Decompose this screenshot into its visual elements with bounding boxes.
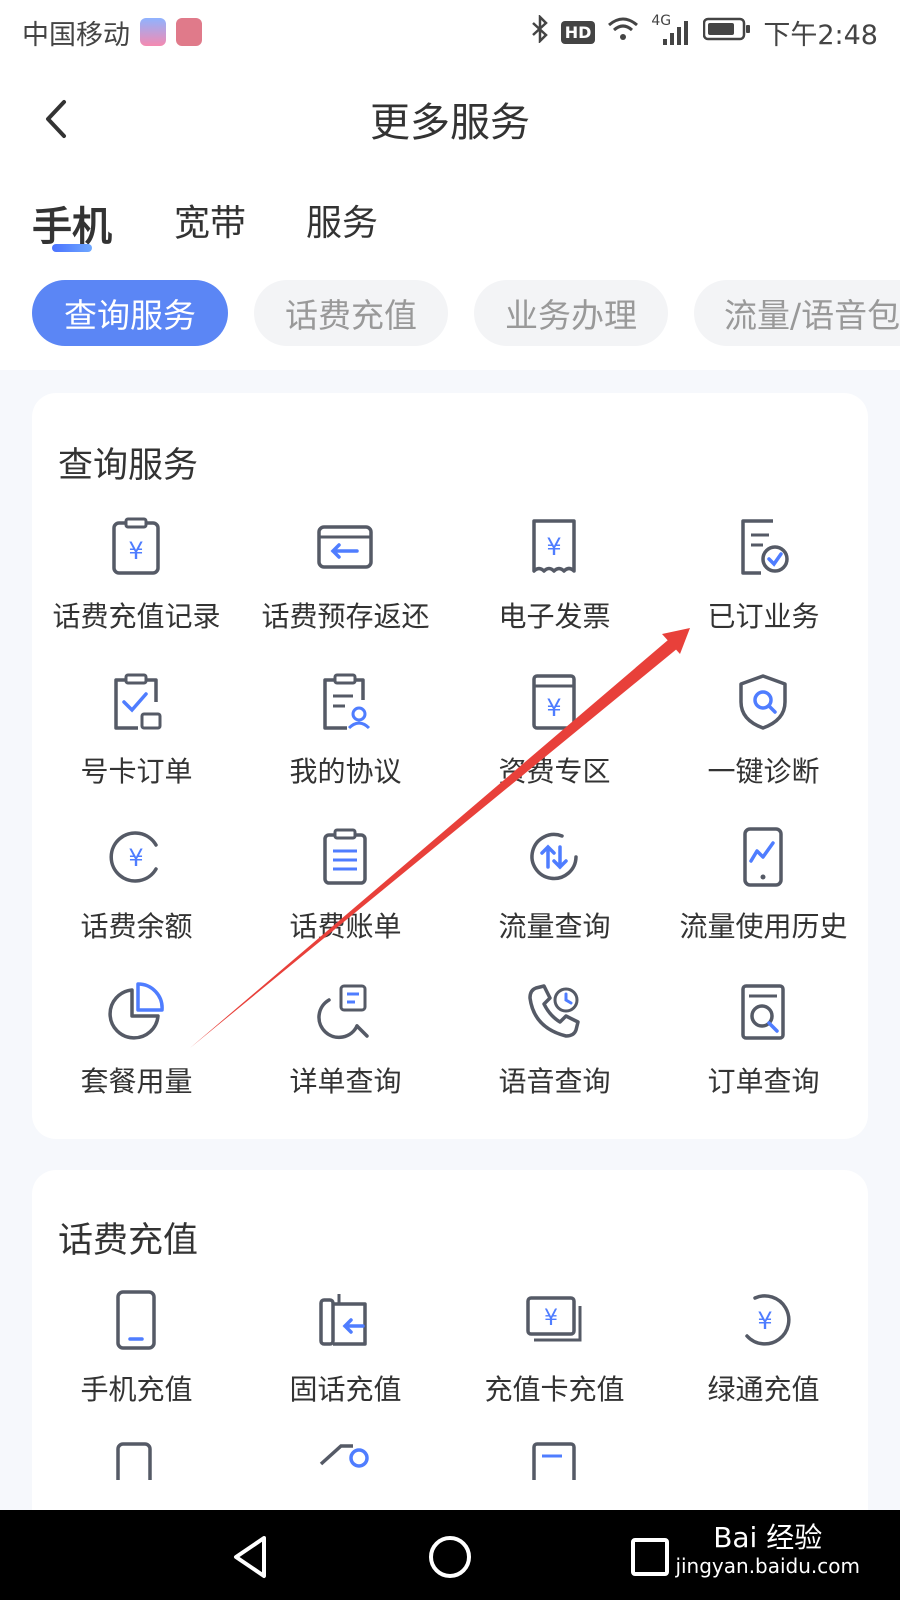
status-bar: 中国移动 HD 4G 下午2:48	[0, 0, 900, 64]
data-query-icon	[530, 832, 578, 881]
section-title: 话费充值	[58, 1221, 199, 1261]
nav-recents-button[interactable]	[620, 1530, 680, 1584]
wifi-icon	[607, 16, 639, 49]
svg-text:¥: ¥	[757, 1307, 772, 1335]
phone-icon	[116, 1442, 152, 1480]
svg-text:¥: ¥	[546, 533, 561, 561]
item-card-order[interactable]: 号卡订单	[32, 672, 241, 812]
green-recharge-icon: ¥	[745, 1294, 791, 1346]
bill-icon	[323, 828, 367, 885]
data-history-icon	[743, 827, 783, 887]
carrier-name: 中国移动	[22, 19, 130, 51]
document-icon	[532, 1442, 576, 1480]
plan-usage-icon	[108, 982, 164, 1040]
card-recharge-icon: ¥	[526, 1296, 582, 1342]
prepay-return-icon	[317, 525, 373, 569]
nav-recents-icon	[631, 1538, 669, 1576]
signal-icon: 4G	[651, 13, 691, 47]
item-landline-recharge[interactable]: 固话充值	[241, 1290, 450, 1430]
agreement-icon	[323, 673, 371, 730]
recharge-record-icon: ¥	[112, 517, 160, 575]
hd-badge: HD	[560, 20, 596, 44]
item-data-query[interactable]: 流量查询	[450, 827, 659, 967]
app-notification-icon	[176, 18, 202, 46]
svg-text:¥: ¥	[128, 844, 143, 872]
chip-business[interactable]: 业务办理	[474, 280, 668, 346]
item-data-history[interactable]: 流量使用历史	[659, 827, 868, 967]
e-invoice-icon: ¥	[532, 519, 576, 573]
item-subscribed-service[interactable]: 已订业务	[659, 517, 868, 657]
item-e-invoice[interactable]: ¥ 电子发票	[450, 517, 659, 657]
top-tabs: 手机 宽带 服务	[0, 174, 900, 270]
tab-active-indicator	[52, 244, 92, 252]
detail-query-icon	[317, 984, 369, 1040]
chip-data-voice[interactable]: 流量/语音包	[694, 280, 900, 346]
carrier-logo-icon	[140, 18, 166, 46]
battery-icon	[703, 16, 751, 49]
chip-bill-recharge[interactable]: 话费充值	[254, 280, 448, 346]
item-partial[interactable]	[241, 1440, 450, 1480]
tab-broadband[interactable]: 宽带	[174, 194, 246, 246]
item-voice-query[interactable]: 语音查询	[450, 982, 659, 1122]
clock: 下午2:48	[763, 19, 878, 51]
item-detail-query[interactable]: 详单查询	[241, 982, 450, 1122]
svg-text:¥: ¥	[546, 694, 561, 722]
item-recharge-record[interactable]: ¥ 话费充值记录	[32, 517, 241, 657]
item-bill[interactable]: 话费账单	[241, 827, 450, 967]
item-phone-recharge[interactable]: 手机充值	[32, 1290, 241, 1430]
item-plan-usage[interactable]: 套餐用量	[32, 982, 241, 1122]
nav-home-icon	[429, 1536, 471, 1578]
card-order-icon	[114, 673, 162, 730]
item-partial[interactable]	[450, 1440, 659, 1480]
item-order-query[interactable]: 订单查询	[659, 982, 868, 1122]
baidu-watermark: Bai 经验 jingyan.baidu.com	[675, 1521, 860, 1578]
header: 更多服务	[0, 64, 900, 174]
item-agreement[interactable]: 我的协议	[241, 672, 450, 812]
item-prepay-return[interactable]: 话费预存返还	[241, 517, 450, 657]
nav-back-button[interactable]	[220, 1530, 280, 1584]
phone-recharge-icon	[116, 1290, 156, 1350]
voice-query-icon	[528, 984, 580, 1038]
nav-back-icon	[234, 1536, 266, 1578]
svg-text:¥: ¥	[544, 1306, 558, 1331]
item-balance[interactable]: ¥ 话费余额	[32, 827, 241, 967]
refund-icon	[319, 1444, 369, 1468]
order-query-icon	[741, 984, 785, 1040]
section-title: 查询服务	[58, 446, 199, 486]
item-tariff[interactable]: ¥ 资费专区	[450, 672, 659, 812]
item-card-recharge[interactable]: ¥ 充值卡充值	[450, 1290, 659, 1430]
chip-query-service[interactable]: 查询服务	[32, 280, 228, 346]
category-chips: 查询服务 话费充值 业务办理 流量/语音包	[0, 270, 900, 370]
landline-recharge-icon	[319, 1294, 367, 1346]
balance-icon: ¥	[109, 831, 158, 883]
tariff-icon: ¥	[532, 674, 576, 730]
svg-text:¥: ¥	[128, 537, 143, 565]
page-title: 更多服务	[370, 100, 530, 146]
android-nav-bar: Bai 经验 jingyan.baidu.com	[0, 1510, 900, 1600]
subscribed-service-icon	[741, 519, 789, 575]
diagnosis-icon	[739, 674, 787, 730]
item-green-recharge[interactable]: ¥ 绿通充值	[659, 1290, 868, 1430]
item-partial[interactable]	[32, 1440, 241, 1480]
tab-service[interactable]: 服务	[306, 194, 378, 246]
nav-home-button[interactable]	[420, 1530, 480, 1584]
bluetooth-icon	[531, 13, 549, 50]
item-diagnosis[interactable]: 一键诊断	[659, 672, 868, 812]
query-service-card: 查询服务 ¥ 话费充值记录 话费预存返还 ¥ 电子发票 已订业务 号卡订单 我的…	[32, 393, 868, 1139]
